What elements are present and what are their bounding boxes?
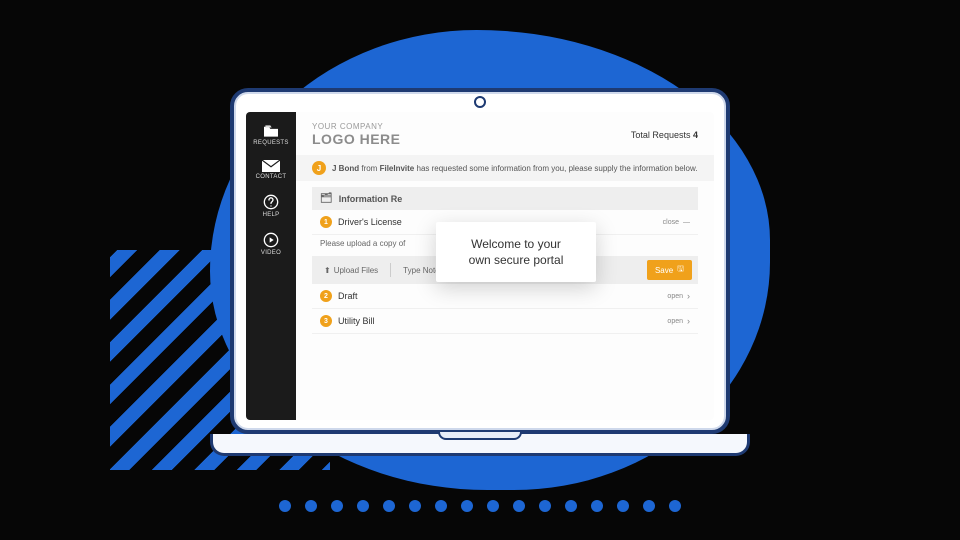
chevron-right-icon: › [687,291,690,301]
save-disk-icon: 🖫 [677,263,684,277]
dot [591,500,603,512]
welcome-tooltip: Welcome to your own secure portal [436,222,596,282]
dot [383,500,395,512]
laptop-base [210,434,750,456]
laptop-screen: REQUESTS CONTACT HELP VIDEO [230,88,730,434]
request-row[interactable]: 3 Utility Bill open › [312,309,698,334]
dot [305,500,317,512]
requester-info: J J Bond from FileInvite has requested s… [296,155,714,181]
play-icon [263,232,279,248]
topbar: YOUR COMPANY LOGO HERE Total Requests 4 [296,112,714,155]
logo-line1: YOUR COMPANY [312,122,401,131]
sidebar-item-label: VIDEO [246,250,296,256]
logo-line2: LOGO HERE [312,131,401,147]
dot [669,500,681,512]
sidebar-item-video[interactable]: VIDEO [246,226,296,262]
dot [487,500,499,512]
request-title: Utility Bill [338,316,375,326]
dot [331,500,343,512]
total-requests: Total Requests 4 [631,130,698,140]
help-icon [263,194,279,210]
dot [617,500,629,512]
divider [390,263,391,277]
mail-icon [262,160,280,172]
dot [461,500,473,512]
dot [539,500,551,512]
dot [513,500,525,512]
number-badge: 2 [320,290,332,302]
row-action-open[interactable]: open › [667,316,690,326]
request-title: Draft [338,291,358,301]
sidebar-item-label: HELP [246,212,296,218]
pagination-dots [0,500,960,512]
row-action-close[interactable]: close — [663,219,690,226]
sidebar-item-help[interactable]: HELP [246,188,296,224]
camera-icon [474,96,486,108]
request-title: Driver's License [338,217,402,227]
number-badge: 1 [320,216,332,228]
row-action-open[interactable]: open › [667,291,690,301]
request-row[interactable]: 2 Draft open › [312,284,698,309]
folder-icon [262,124,280,138]
number-badge: 3 [320,315,332,327]
dot [435,500,447,512]
laptop-frame: REQUESTS CONTACT HELP VIDEO [230,88,730,456]
minus-icon: — [683,219,690,226]
company-logo: YOUR COMPANY LOGO HERE [312,122,401,147]
dot [565,500,577,512]
chevron-right-icon: › [687,316,690,326]
main-content: YOUR COMPANY LOGO HERE Total Requests 4 … [296,112,714,420]
sidebar-item-label: CONTACT [246,174,296,180]
folder-icon: 🗂 [320,193,333,204]
requester-message: J Bond from FileInvite has requested som… [332,164,698,173]
dot [357,500,369,512]
dot [643,500,655,512]
section-header: 🗂 Information Re [312,187,698,210]
upload-files-button[interactable]: ⬆ Upload Files [318,264,384,277]
sidebar-item-requests[interactable]: REQUESTS [246,118,296,152]
sidebar-item-label: REQUESTS [246,140,296,146]
save-button[interactable]: Save 🖫 [647,260,692,280]
avatar: J [312,161,326,175]
upload-icon: ⬆ [324,266,331,275]
dot [279,500,291,512]
sidebar-item-contact[interactable]: CONTACT [246,154,296,186]
dot [409,500,421,512]
sidebar: REQUESTS CONTACT HELP VIDEO [246,112,296,420]
